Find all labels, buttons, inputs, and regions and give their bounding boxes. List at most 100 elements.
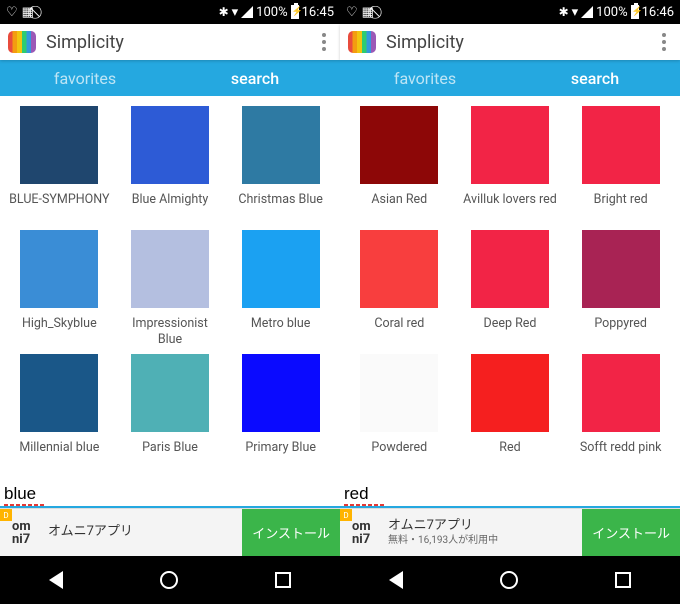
color-label: Red: [495, 440, 524, 472]
color-cell[interactable]: Primary Blue: [225, 354, 336, 472]
ad-title: オムニ7アプリ: [48, 524, 242, 541]
nav-home-button[interactable]: [500, 571, 518, 589]
status-right: ✱ ▾ 100% ⚡ 16:45: [219, 5, 334, 20]
color-swatch[interactable]: [131, 230, 209, 308]
ad-subtitle: 無料・16,193人が利用中: [388, 534, 582, 547]
ad-tag-icon: D: [0, 509, 12, 521]
color-swatch[interactable]: [582, 106, 660, 184]
color-swatch[interactable]: [242, 230, 320, 308]
ad-text: オムニ7アプリ: [44, 524, 242, 541]
status-right: ✱ ▾ 100% ⚡ 16:46: [559, 5, 674, 20]
search-box[interactable]: [0, 482, 340, 508]
color-cell[interactable]: Paris Blue: [115, 354, 226, 472]
search-input[interactable]: [4, 484, 225, 504]
color-swatch[interactable]: [20, 230, 98, 308]
color-cell[interactable]: Deep Red: [455, 230, 566, 348]
color-cell[interactable]: Sofft redd pink: [565, 354, 676, 472]
color-label: Metro blue: [247, 316, 315, 348]
nav-bar: [340, 556, 680, 604]
color-cell[interactable]: Asian Red: [344, 106, 455, 224]
app-title: Simplicity: [386, 32, 656, 53]
tab-favorites[interactable]: favorites: [340, 61, 510, 96]
status-left: ♡ ▦ ⃠: [6, 5, 38, 20]
color-swatch[interactable]: [471, 230, 549, 308]
nav-back-button[interactable]: [389, 571, 403, 589]
app-logo-icon: [348, 31, 376, 53]
color-swatch[interactable]: [471, 106, 549, 184]
nav-bar: [0, 556, 340, 604]
tab-search[interactable]: search: [510, 61, 680, 96]
color-swatch[interactable]: [131, 106, 209, 184]
tab-favorites[interactable]: favorites: [0, 61, 170, 96]
color-cell[interactable]: Millennial blue: [4, 354, 115, 472]
ad-install-button[interactable]: インストール: [242, 509, 340, 556]
color-swatch[interactable]: [360, 230, 438, 308]
color-label: Coral red: [370, 316, 428, 348]
ad-banner[interactable]: D omni7 オムニ7アプリ 無料・16,193人が利用中 インストール: [340, 508, 680, 556]
color-label: BLUE-SYMPHONY: [5, 192, 113, 224]
ad-install-button[interactable]: インストール: [582, 509, 680, 556]
search-box[interactable]: [340, 482, 680, 508]
color-swatch[interactable]: [360, 106, 438, 184]
color-swatch[interactable]: [582, 230, 660, 308]
color-swatch[interactable]: [131, 354, 209, 432]
signal-icon: [241, 6, 253, 18]
color-swatch[interactable]: [242, 106, 320, 184]
clock-text: 16:45: [302, 5, 334, 20]
color-swatch[interactable]: [582, 354, 660, 432]
tab-bar: favorites search: [0, 60, 340, 96]
color-grid: BLUE-SYMPHONY Blue Almighty Christmas Blue…: [0, 96, 340, 482]
color-label: Avilluk lovers red: [459, 192, 561, 224]
color-cell[interactable]: Red: [455, 354, 566, 472]
nav-home-button[interactable]: [160, 571, 178, 589]
color-cell[interactable]: High_Skyblue: [4, 230, 115, 348]
color-cell[interactable]: Blue Almighty: [115, 106, 226, 224]
color-cell[interactable]: Bright red: [565, 106, 676, 224]
color-label: Asian Red: [367, 192, 431, 224]
wifi-icon: ▾: [572, 5, 579, 20]
color-label: High_Skyblue: [18, 316, 101, 348]
tab-search[interactable]: search: [170, 61, 340, 96]
heart-icon: ♡: [346, 5, 358, 20]
nav-back-button[interactable]: [49, 571, 63, 589]
nav-recent-button[interactable]: [615, 572, 631, 588]
bluetooth-icon: ✱: [559, 5, 569, 19]
app-bar: Simplicity: [0, 24, 340, 60]
color-swatch[interactable]: [242, 354, 320, 432]
app-bar: Simplicity: [340, 24, 680, 60]
screen-right: ♡ ▦ ⃠ ✱ ▾ 100% ⚡ 16:46 Simplicity favori…: [340, 0, 680, 604]
status-left: ♡ ▦ ⃠: [346, 5, 378, 20]
image-icon: ▦: [22, 5, 34, 20]
color-cell[interactable]: BLUE-SYMPHONY: [4, 106, 115, 224]
color-label: Deep Red: [480, 316, 541, 348]
color-swatch[interactable]: [471, 354, 549, 432]
color-label: Blue Almighty: [128, 192, 213, 224]
overflow-menu-button[interactable]: [656, 29, 672, 55]
bluetooth-icon: ✱: [219, 5, 229, 19]
color-cell[interactable]: Impressionist Blue: [115, 230, 226, 348]
ad-logo: omni7: [0, 520, 44, 546]
ad-banner[interactable]: D omni7 オムニ7アプリ インストール: [0, 508, 340, 556]
color-swatch[interactable]: [20, 354, 98, 432]
color-cell[interactable]: Metro blue: [225, 230, 336, 348]
color-cell[interactable]: Poppyred: [565, 230, 676, 348]
color-cell[interactable]: Avilluk lovers red: [455, 106, 566, 224]
battery-icon: ⚡: [631, 5, 639, 19]
nav-recent-button[interactable]: [275, 572, 291, 588]
signal-icon: [581, 6, 593, 18]
status-bar: ♡ ▦ ⃠ ✱ ▾ 100% ⚡ 16:46: [340, 0, 680, 24]
color-swatch[interactable]: [360, 354, 438, 432]
overflow-menu-button[interactable]: [316, 29, 332, 55]
color-label: Poppyred: [590, 316, 651, 348]
image-icon: ▦: [362, 5, 374, 20]
battery-text: 100%: [596, 5, 627, 20]
search-input[interactable]: [344, 484, 565, 504]
color-label: Bright red: [590, 192, 652, 224]
color-cell[interactable]: Coral red: [344, 230, 455, 348]
screen-left: ♡ ▦ ⃠ ✱ ▾ 100% ⚡ 16:45 Simplicity favori…: [0, 0, 340, 604]
color-label: Millennial blue: [15, 440, 103, 472]
color-swatch[interactable]: [20, 106, 98, 184]
color-cell[interactable]: Christmas Blue: [225, 106, 336, 224]
battery-text: 100%: [256, 5, 287, 20]
color-cell[interactable]: Powdered: [344, 354, 455, 472]
